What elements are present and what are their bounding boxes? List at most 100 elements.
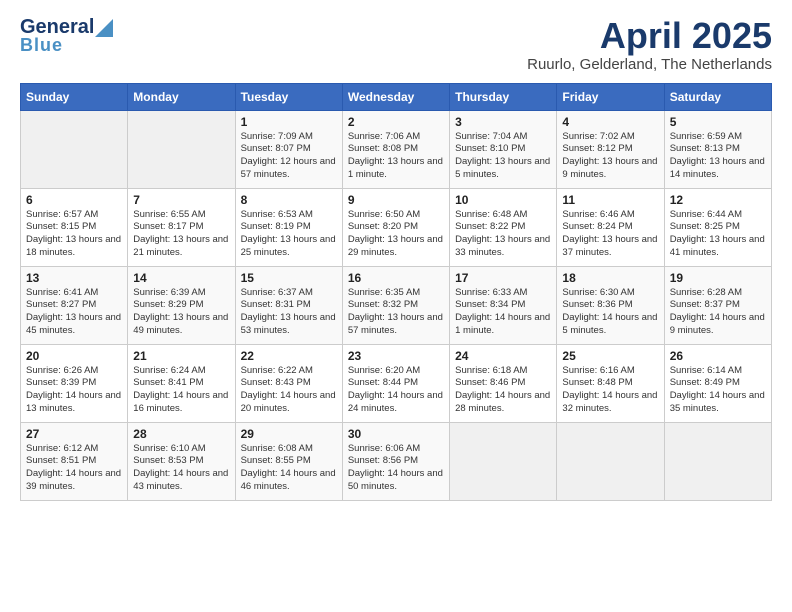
- day-cell: 1Sunrise: 7:09 AMSunset: 8:07 PMDaylight…: [235, 110, 342, 188]
- col-saturday: Saturday: [664, 83, 771, 110]
- day-number: 12: [670, 193, 766, 207]
- day-detail: Sunrise: 6:12 AMSunset: 8:51 PMDaylight:…: [26, 443, 122, 494]
- day-number: 6: [26, 193, 122, 207]
- day-detail: Sunrise: 6:35 AMSunset: 8:32 PMDaylight:…: [348, 287, 444, 338]
- day-number: 8: [241, 193, 337, 207]
- day-detail: Sunrise: 6:57 AMSunset: 8:15 PMDaylight:…: [26, 209, 122, 260]
- day-number: 29: [241, 427, 337, 441]
- day-detail: Sunrise: 7:06 AMSunset: 8:08 PMDaylight:…: [348, 131, 444, 182]
- day-number: 24: [455, 349, 551, 363]
- page: General Blue April 2025 Ruurlo, Gelderla…: [0, 0, 792, 511]
- header: General Blue April 2025 Ruurlo, Gelderla…: [20, 16, 772, 73]
- day-number: 18: [562, 271, 658, 285]
- day-number: 15: [241, 271, 337, 285]
- day-number: 19: [670, 271, 766, 285]
- col-sunday: Sunday: [21, 83, 128, 110]
- day-detail: Sunrise: 6:28 AMSunset: 8:37 PMDaylight:…: [670, 287, 766, 338]
- day-cell: 4 Sunrise: 7:02 AMSunset: 8:12 PMDaylight…: [557, 110, 664, 188]
- main-title: April 2025: [527, 16, 772, 56]
- subtitle: Ruurlo, Gelderland, The Netherlands: [527, 56, 772, 73]
- day-detail: Sunrise: 6:16 AMSunset: 8:48 PMDaylight:…: [562, 365, 658, 416]
- day-cell: 3 Sunrise: 7:04 AMSunset: 8:10 PMDaylight…: [450, 110, 557, 188]
- day-detail: Sunrise: 6:06 AMSunset: 8:56 PMDaylight:…: [348, 443, 444, 494]
- day-number: 30: [348, 427, 444, 441]
- col-friday: Friday: [557, 83, 664, 110]
- day-cell: 16 Sunrise: 6:35 AMSunset: 8:32 PMDayligh…: [342, 266, 449, 344]
- day-detail: Sunrise: 6:33 AMSunset: 8:34 PMDaylight:…: [455, 287, 551, 338]
- day-cell: 30 Sunrise: 6:06 AMSunset: 8:56 PMDayligh…: [342, 422, 449, 500]
- day-cell: 23 Sunrise: 6:20 AMSunset: 8:44 PMDayligh…: [342, 344, 449, 422]
- day-cell: 28 Sunrise: 6:10 AMSunset: 8:53 PMDayligh…: [128, 422, 235, 500]
- title-block: April 2025 Ruurlo, Gelderland, The Nethe…: [527, 16, 772, 73]
- day-detail: Sunrise: 6:08 AMSunset: 8:55 PMDaylight:…: [241, 443, 337, 494]
- day-number: 23: [348, 349, 444, 363]
- day-cell: 11 Sunrise: 6:46 AMSunset: 8:24 PMDayligh…: [557, 188, 664, 266]
- day-number: 9: [348, 193, 444, 207]
- day-detail: Sunrise: 6:20 AMSunset: 8:44 PMDaylight:…: [348, 365, 444, 416]
- day-detail: Sunrise: 7:02 AMSunset: 8:12 PMDaylight:…: [562, 131, 658, 182]
- day-cell: 2Sunrise: 7:06 AMSunset: 8:08 PMDaylight…: [342, 110, 449, 188]
- day-number: 20: [26, 349, 122, 363]
- day-cell: 19 Sunrise: 6:28 AMSunset: 8:37 PMDayligh…: [664, 266, 771, 344]
- logo-blue: Blue: [20, 35, 63, 56]
- day-number: 5: [670, 115, 766, 129]
- day-cell: 29 Sunrise: 6:08 AMSunset: 8:55 PMDayligh…: [235, 422, 342, 500]
- day-number: 10: [455, 193, 551, 207]
- day-detail: Sunrise: 7:04 AMSunset: 8:10 PMDaylight:…: [455, 131, 551, 182]
- day-cell: 22 Sunrise: 6:22 AMSunset: 8:43 PMDayligh…: [235, 344, 342, 422]
- day-detail: Sunrise: 6:24 AMSunset: 8:41 PMDaylight:…: [133, 365, 229, 416]
- week-row-5: 27Sunrise: 6:12 AMSunset: 8:51 PMDayligh…: [21, 422, 772, 500]
- day-number: 14: [133, 271, 229, 285]
- day-cell: 14Sunrise: 6:39 AMSunset: 8:29 PMDayligh…: [128, 266, 235, 344]
- day-cell: 26 Sunrise: 6:14 AMSunset: 8:49 PMDayligh…: [664, 344, 771, 422]
- day-cell: 5Sunrise: 6:59 AMSunset: 8:13 PMDaylight…: [664, 110, 771, 188]
- day-cell: 10 Sunrise: 6:48 AMSunset: 8:22 PMDayligh…: [450, 188, 557, 266]
- day-detail: Sunrise: 6:55 AMSunset: 8:17 PMDaylight:…: [133, 209, 229, 260]
- day-cell: 12Sunrise: 6:44 AMSunset: 8:25 PMDayligh…: [664, 188, 771, 266]
- day-detail: Sunrise: 6:46 AMSunset: 8:24 PMDaylight:…: [562, 209, 658, 260]
- day-number: 26: [670, 349, 766, 363]
- day-detail: Sunrise: 6:26 AMSunset: 8:39 PMDaylight:…: [26, 365, 122, 416]
- day-number: 4: [562, 115, 658, 129]
- day-cell: 27Sunrise: 6:12 AMSunset: 8:51 PMDayligh…: [21, 422, 128, 500]
- day-cell: 15Sunrise: 6:37 AMSunset: 8:31 PMDayligh…: [235, 266, 342, 344]
- day-detail: Sunrise: 6:14 AMSunset: 8:49 PMDaylight:…: [670, 365, 766, 416]
- week-row-1: 1Sunrise: 7:09 AMSunset: 8:07 PMDaylight…: [21, 110, 772, 188]
- col-thursday: Thursday: [450, 83, 557, 110]
- week-row-4: 20 Sunrise: 6:26 AMSunset: 8:39 PMDayligh…: [21, 344, 772, 422]
- calendar-body: 1Sunrise: 7:09 AMSunset: 8:07 PMDaylight…: [21, 110, 772, 500]
- calendar-header: Sunday Monday Tuesday Wednesday Thursday…: [21, 83, 772, 110]
- week-row-2: 6 Sunrise: 6:57 AMSunset: 8:15 PMDaylight…: [21, 188, 772, 266]
- day-number: 16: [348, 271, 444, 285]
- day-detail: Sunrise: 6:22 AMSunset: 8:43 PMDaylight:…: [241, 365, 337, 416]
- day-number: 3: [455, 115, 551, 129]
- logo-triangle-icon: [95, 19, 113, 37]
- day-number: 11: [562, 193, 658, 207]
- day-detail: Sunrise: 6:10 AMSunset: 8:53 PMDaylight:…: [133, 443, 229, 494]
- day-number: 7: [133, 193, 229, 207]
- day-cell: [450, 422, 557, 500]
- day-cell: 8Sunrise: 6:53 AMSunset: 8:19 PMDaylight…: [235, 188, 342, 266]
- day-number: 21: [133, 349, 229, 363]
- calendar-table: Sunday Monday Tuesday Wednesday Thursday…: [20, 83, 772, 501]
- day-cell: 20 Sunrise: 6:26 AMSunset: 8:39 PMDayligh…: [21, 344, 128, 422]
- day-number: 25: [562, 349, 658, 363]
- logo: General Blue: [20, 16, 113, 56]
- day-detail: Sunrise: 6:18 AMSunset: 8:46 PMDaylight:…: [455, 365, 551, 416]
- day-detail: Sunrise: 6:48 AMSunset: 8:22 PMDaylight:…: [455, 209, 551, 260]
- day-cell: 21 Sunrise: 6:24 AMSunset: 8:41 PMDayligh…: [128, 344, 235, 422]
- day-number: 13: [26, 271, 122, 285]
- col-wednesday: Wednesday: [342, 83, 449, 110]
- week-row-3: 13 Sunrise: 6:41 AMSunset: 8:27 PMDayligh…: [21, 266, 772, 344]
- day-number: 28: [133, 427, 229, 441]
- day-detail: Sunrise: 6:41 AMSunset: 8:27 PMDaylight:…: [26, 287, 122, 338]
- day-detail: Sunrise: 6:30 AMSunset: 8:36 PMDaylight:…: [562, 287, 658, 338]
- day-cell: 7 Sunrise: 6:55 AMSunset: 8:17 PMDaylight…: [128, 188, 235, 266]
- day-cell: 9Sunrise: 6:50 AMSunset: 8:20 PMDaylight…: [342, 188, 449, 266]
- day-cell: [664, 422, 771, 500]
- day-detail: Sunrise: 7:09 AMSunset: 8:07 PMDaylight:…: [241, 131, 337, 182]
- day-number: 22: [241, 349, 337, 363]
- day-cell: 6 Sunrise: 6:57 AMSunset: 8:15 PMDaylight…: [21, 188, 128, 266]
- day-cell: [21, 110, 128, 188]
- day-cell: 24 Sunrise: 6:18 AMSunset: 8:46 PMDayligh…: [450, 344, 557, 422]
